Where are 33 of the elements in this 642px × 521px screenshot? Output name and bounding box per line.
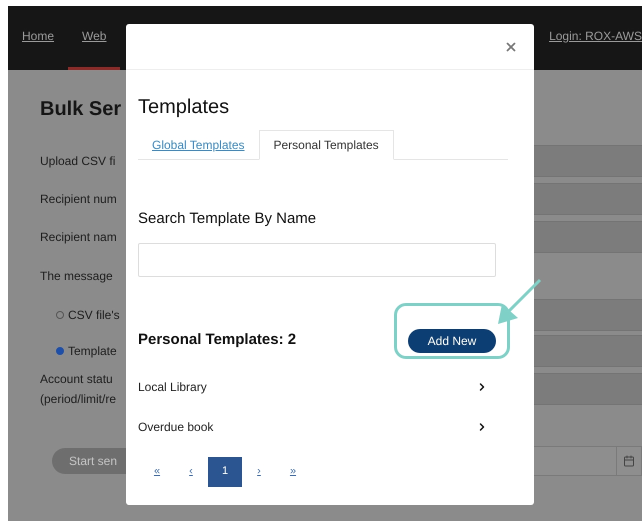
page-title: Bulk Ser (40, 97, 122, 122)
input-field[interactable] (534, 145, 642, 177)
nav-link[interactable]: Home (8, 6, 68, 70)
add-new-button[interactable]: Add New (408, 328, 496, 352)
tab[interactable]: Personal Templates (258, 130, 394, 160)
section-label: The message (40, 268, 113, 285)
field-label: Account statu (period/limit/re (40, 371, 116, 408)
input-field[interactable] (534, 221, 642, 253)
template-item[interactable]: Overdue book (138, 406, 488, 446)
arrow-icon (496, 278, 542, 326)
input-field[interactable] (534, 335, 642, 367)
field-label: Upload CSV fi (40, 153, 116, 170)
input-field[interactable] (534, 183, 642, 215)
template-item[interactable]: Local Library (138, 366, 488, 406)
close-icon (504, 40, 518, 54)
page-button[interactable]: 1 (208, 456, 242, 486)
page-button[interactable]: ‹ (174, 456, 208, 486)
search-field[interactable] (138, 242, 496, 276)
login-link[interactable]: Login: ROX-AWS (549, 6, 642, 45)
radio-option[interactable]: CSV file's (56, 306, 120, 324)
input-field[interactable] (534, 299, 642, 331)
calendar-icon (623, 455, 635, 467)
modal-title: Templates (138, 95, 230, 120)
nav-link[interactable]: Web (68, 6, 120, 70)
field-label: Recipient num (40, 191, 117, 208)
page-button[interactable]: » (276, 456, 310, 486)
radio-option[interactable]: Template (56, 342, 117, 360)
search-label: Search Template By Name (138, 209, 318, 229)
page-button[interactable]: › (242, 456, 276, 486)
input-field[interactable] (534, 373, 642, 405)
template-count: Personal Templates: 2 (138, 330, 296, 350)
tab[interactable]: Global Templates (138, 130, 258, 159)
field-label: Recipient nam (40, 229, 117, 246)
